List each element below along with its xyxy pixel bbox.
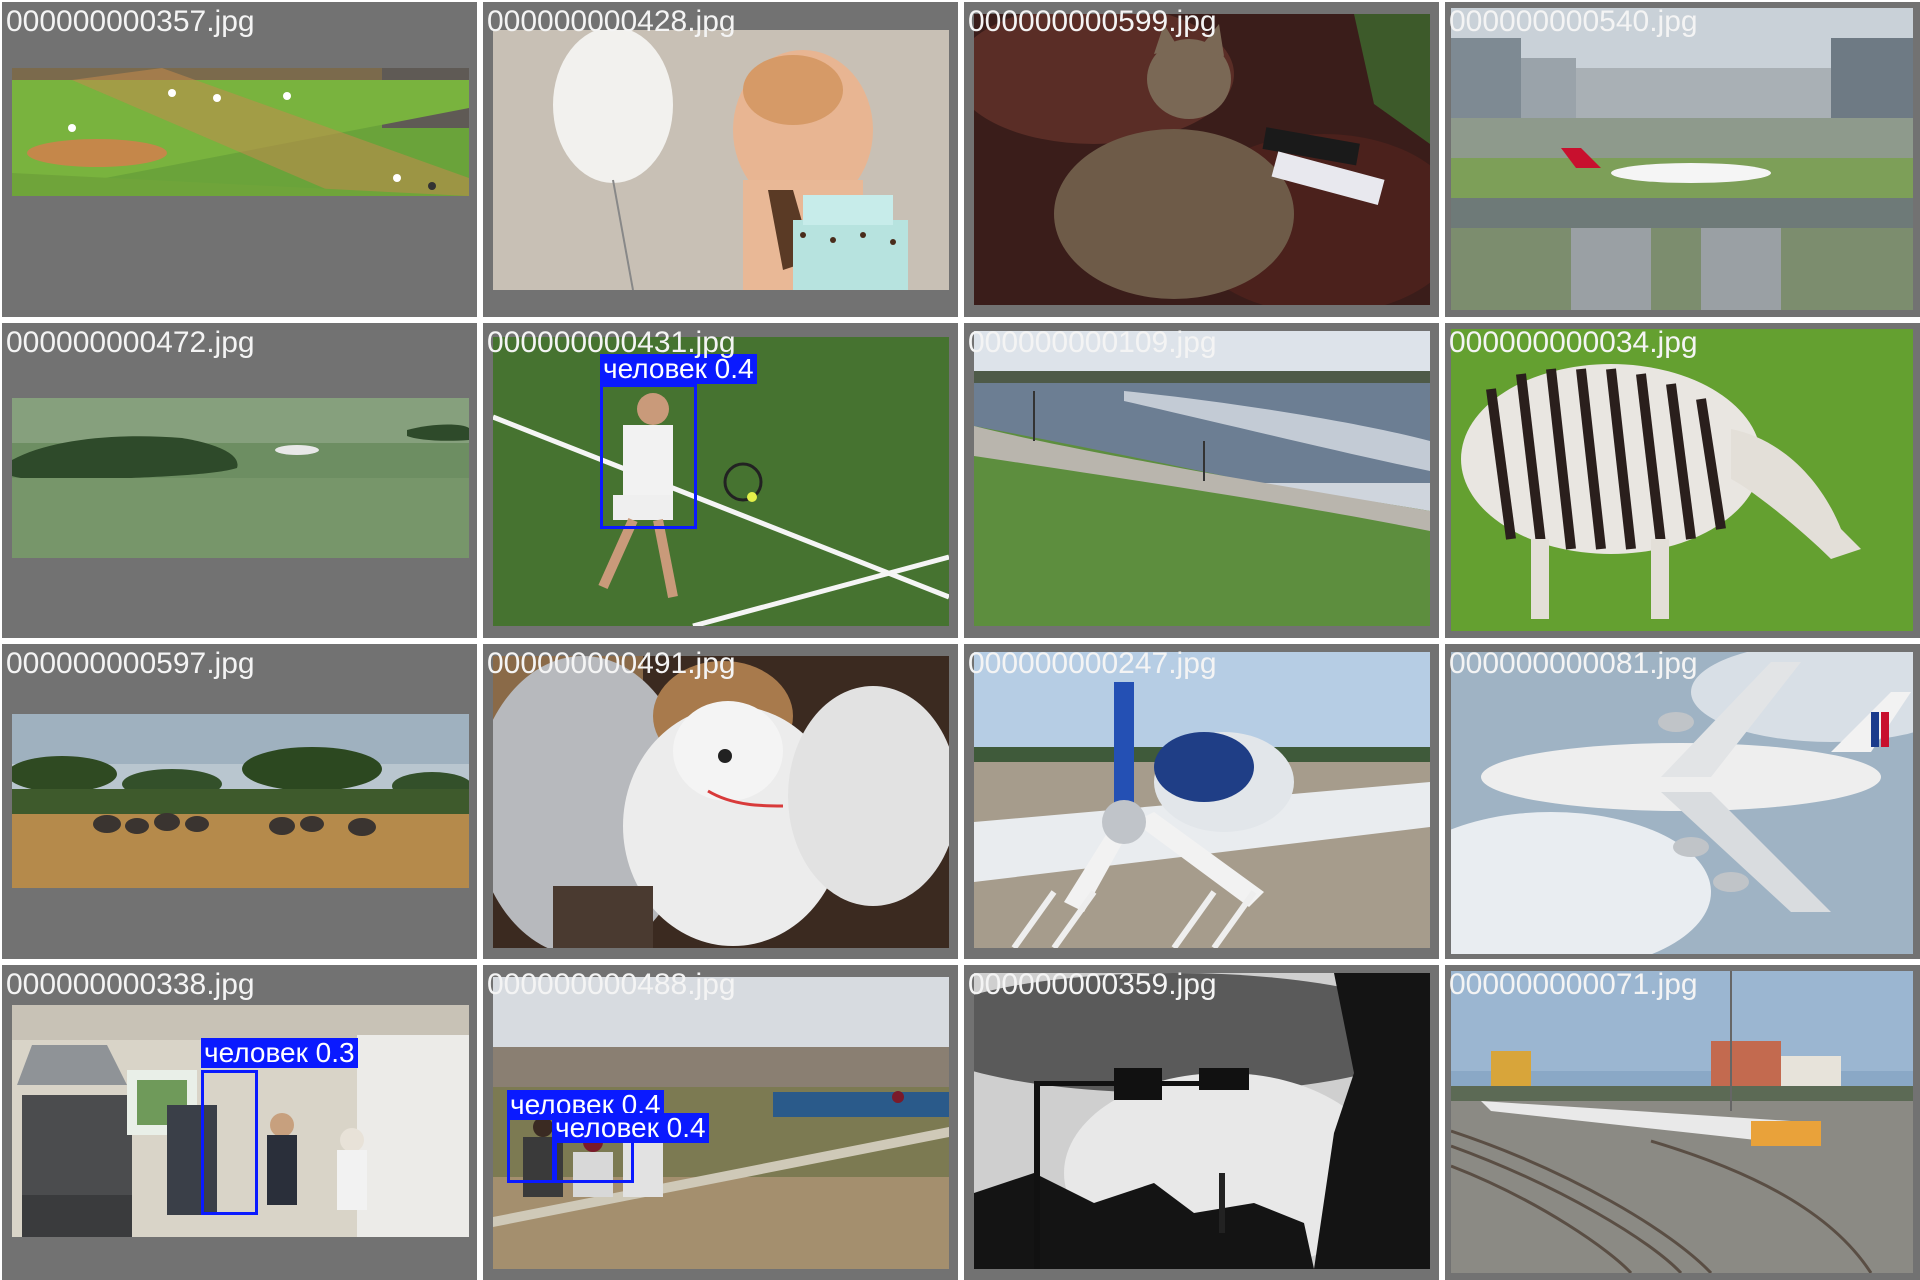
image-tile: 000000000357.jpg [2,2,477,317]
thumbnail-savanna-elephants [12,714,469,888]
image-tile: 000000000491.jpg [483,644,958,959]
image-tile: 000000000540.jpg [1445,2,1920,317]
thumbnail-teddy-bear [493,656,949,948]
image-filename: 000000000428.jpg [487,5,736,38]
thumbnail-silhouette-traffic-light [974,973,1430,1269]
image-tile: 000000000081.jpg [1445,644,1920,959]
image-filename: 000000000472.jpg [6,326,255,359]
image-filename: 000000000034.jpg [1449,326,1698,359]
thumbnail-riverside-park [974,331,1430,626]
image-tile: 000000000247.jpg [964,644,1439,959]
image-tile: 000000000428.jpg [483,2,958,317]
image-tile: 000000000472.jpg [2,323,477,638]
image-filename: 000000000081.jpg [1449,647,1698,680]
image-tile: человек 0.4 000000000431.jpg [483,323,958,638]
thumbnail-railway-yard [1451,971,1913,1273]
thumbnail-toddler-birthday-cake [493,30,949,290]
thumbnail-cat-on-couch [974,14,1430,305]
thumbnail-air-france-a380 [1451,652,1913,954]
image-tile: 000000000034.jpg [1445,323,1920,638]
image-tile: человек 0.3 000000000338.jpg [2,965,477,1280]
image-filename: 000000000357.jpg [6,5,255,38]
thumbnail-plane-over-lake [12,398,469,558]
thumbnail-zebra [1451,329,1913,631]
image-filename: 000000000599.jpg [968,5,1217,38]
image-filename: 000000000338.jpg [6,968,255,1001]
thumbnail-baseball-field [12,68,469,196]
thumbnail-propeller-plane [974,652,1430,948]
image-filename: 000000000491.jpg [487,647,736,680]
image-tile: человек 0.4 человек 0.4 000000000488.jpg [483,965,958,1280]
image-tile: 000000000359.jpg [964,965,1439,1280]
image-filename: 000000000488.jpg [487,968,736,1001]
image-filename: 000000000071.jpg [1449,968,1698,1001]
image-filename: 000000000247.jpg [968,647,1217,680]
image-tile: 000000000597.jpg [2,644,477,959]
detection-box [201,1070,258,1215]
detection-label: человек 0.3 [201,1038,358,1068]
detection-box [600,384,697,529]
image-tile: 000000000599.jpg [964,2,1439,317]
image-filename: 000000000597.jpg [6,647,255,680]
image-tile: 000000000071.jpg [1445,965,1920,1280]
thumbnail-airport-jet [1451,8,1913,310]
mosaic-grid: 000000000357.jpg 000000000428.jpg 000000… [0,0,1920,1280]
detection-label: человек 0.4 [552,1113,709,1143]
image-filename: 000000000540.jpg [1449,5,1698,38]
image-filename: 000000000109.jpg [968,326,1217,359]
image-filename: 000000000431.jpg [487,326,736,359]
image-tile: 000000000109.jpg [964,323,1439,638]
image-filename: 000000000359.jpg [968,968,1217,1001]
